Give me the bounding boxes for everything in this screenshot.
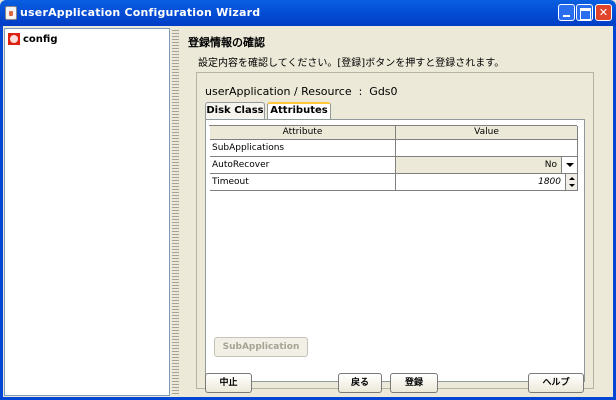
splitter-handle[interactable] <box>172 28 179 396</box>
dropdown-arrow-icon[interactable] <box>561 157 577 173</box>
table-header: Attribute Value <box>210 126 578 140</box>
attribute-cell: Timeout <box>210 174 396 191</box>
tree-item-label: config <box>23 33 58 45</box>
attributes-table: Attribute Value SubApplications AutoReco… <box>209 125 578 191</box>
tree-item-config[interactable]: config <box>8 32 58 46</box>
table-row: SubApplications <box>210 140 578 157</box>
minimize-button[interactable] <box>558 4 575 21</box>
timeout-spinner[interactable]: 1800 <box>396 174 578 191</box>
spinner-value: 1800 <box>538 177 561 187</box>
table-row: Timeout 1800 <box>210 174 578 191</box>
close-button[interactable]: ✕ <box>595 4 612 21</box>
title-bar: userApplication Configuration Wizard ✕ <box>0 0 616 26</box>
page-description: 設定内容を確認してください。[登録]ボタンを押すと登録されます。 <box>198 58 505 69</box>
maximize-button[interactable] <box>576 4 593 21</box>
tab-attributes[interactable]: Attributes <box>267 102 331 119</box>
help-button[interactable]: ヘルプ <box>528 373 584 393</box>
autorecover-combo[interactable]: No <box>396 157 578 174</box>
tab-content: Attribute Value SubApplications AutoReco… <box>205 119 585 382</box>
window-title: userApplication Configuration Wizard <box>20 6 261 19</box>
spinner-arrows[interactable] <box>565 174 577 190</box>
value-cell[interactable] <box>396 140 578 157</box>
page-title: 登録情報の確認 <box>188 36 265 49</box>
column-header-attribute[interactable]: Attribute <box>210 126 396 140</box>
subapplication-button[interactable]: SubApplication <box>214 337 308 357</box>
table-row: AutoRecover No <box>210 157 578 174</box>
attribute-cell: SubApplications <box>210 140 396 157</box>
resource-group: userApplication / Resource : Gds0 Disk C… <box>196 72 594 389</box>
column-header-value[interactable]: Value <box>396 126 578 140</box>
tree-panel: config <box>4 28 170 396</box>
app-icon <box>5 6 17 20</box>
tab-disk-class[interactable]: Disk Class <box>205 102 265 119</box>
back-button[interactable]: 戻る <box>338 373 382 393</box>
attribute-cell: AutoRecover <box>210 157 396 174</box>
config-icon <box>8 33 20 45</box>
combo-value: No <box>544 160 557 170</box>
register-button[interactable]: 登録 <box>390 373 438 393</box>
resource-title: userApplication / Resource : Gds0 <box>205 85 398 98</box>
cancel-button[interactable]: 中止 <box>205 373 252 393</box>
main-panel: 登録情報の確認 設定内容を確認してください。[登録]ボタンを押すと登録されます。… <box>180 28 613 396</box>
